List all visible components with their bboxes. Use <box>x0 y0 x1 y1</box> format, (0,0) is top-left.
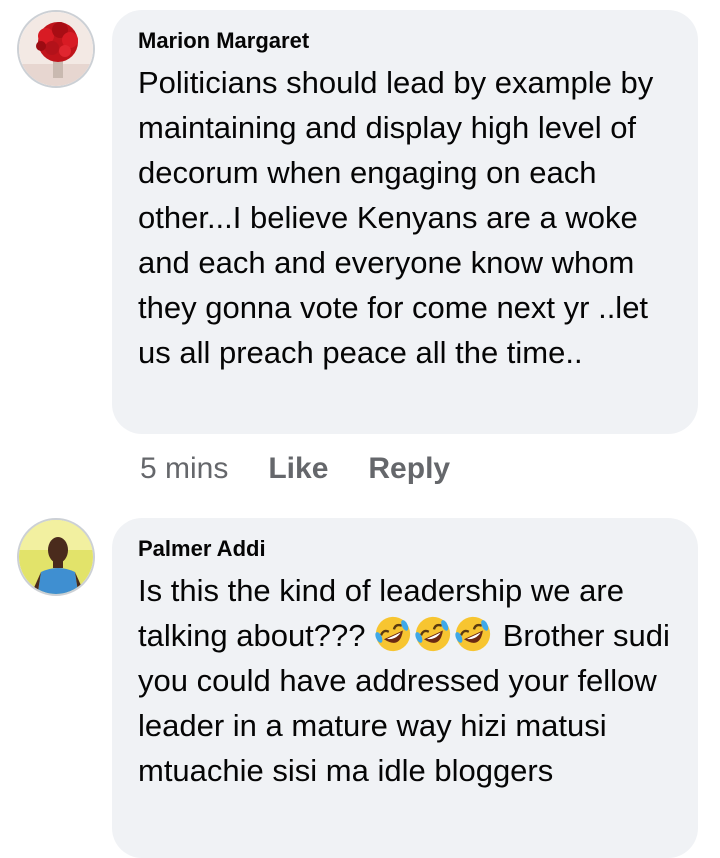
rolling-on-floor-laughing-emoji-icon <box>455 616 491 652</box>
comment-text: Politicians should lead by example by ma… <box>138 65 654 370</box>
man-blue-shirt-avatar-icon <box>19 520 93 594</box>
rolling-on-floor-laughing-emoji-icon <box>375 616 411 652</box>
comment-author[interactable]: Palmer Addi <box>138 536 672 562</box>
comment-author[interactable]: Marion Margaret <box>138 28 672 54</box>
comment-marion-margaret: Marion Margaret Politicians should lead … <box>0 0 720 500</box>
red-roses-avatar-icon <box>19 12 93 86</box>
like-button[interactable]: Like <box>268 452 328 486</box>
reply-button[interactable]: Reply <box>368 452 450 486</box>
comment-bubble: Palmer Addi Is this the kind of leadersh… <box>112 518 698 858</box>
rolling-on-floor-laughing-emoji-icon <box>415 616 451 652</box>
comment-bubble: Marion Margaret Politicians should lead … <box>112 10 698 434</box>
avatar[interactable] <box>17 10 95 88</box>
avatar[interactable] <box>17 518 95 596</box>
comment-actions: 5 mins Like Reply <box>140 452 450 486</box>
comment-palmer-addi: Palmer Addi Is this the kind of leadersh… <box>0 508 720 858</box>
comment-timestamp[interactable]: 5 mins <box>140 452 228 486</box>
comment-text: Is this the kind of leadership we are ta… <box>138 568 672 793</box>
